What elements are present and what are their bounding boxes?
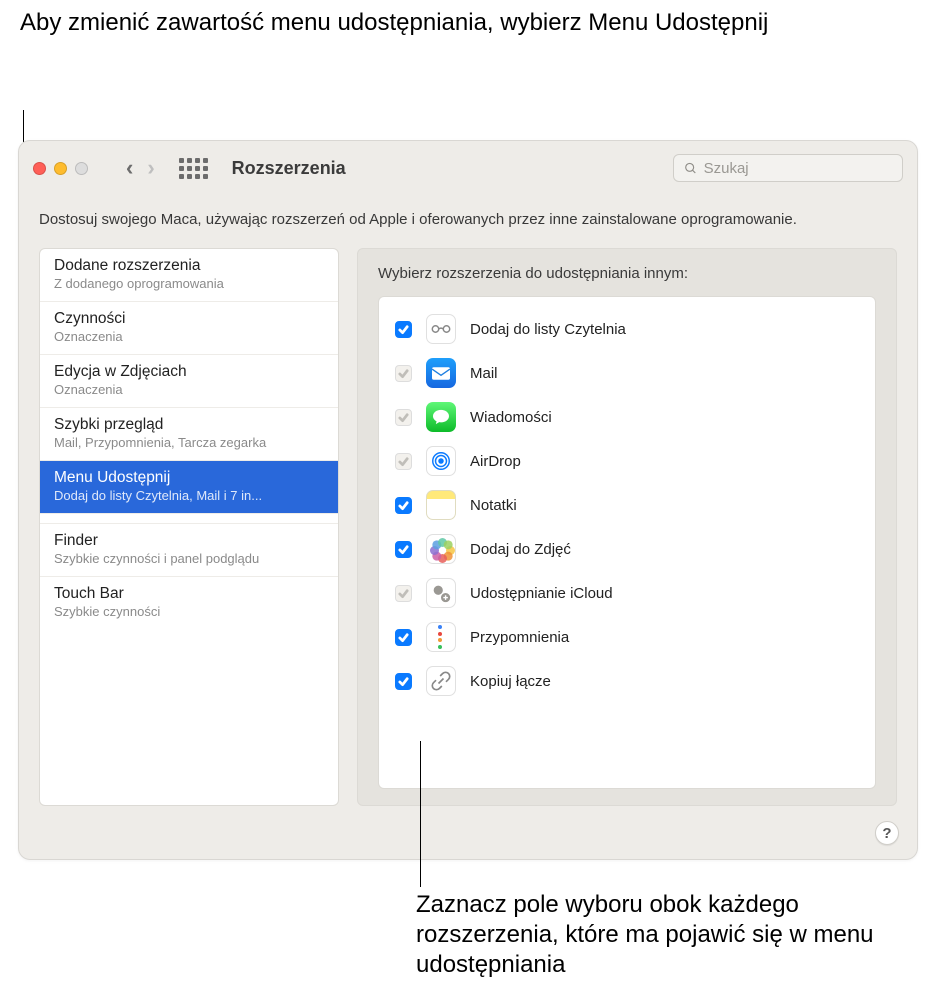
reading-list-icon <box>426 314 456 344</box>
notes-icon <box>426 490 456 520</box>
sidebar-item-menu-udostępnij[interactable]: Menu UdostępnijDodaj do listy Czytelnia,… <box>40 461 338 514</box>
description-text: Dostosuj swojego Maca, używając rozszerz… <box>19 195 917 230</box>
sidebar-item-title: Szybki przegląd <box>54 416 324 434</box>
sidebar-item-czynności[interactable]: CzynnościOznaczenia <box>40 302 338 355</box>
extension-row: AirDrop <box>391 439 863 483</box>
sidebar-item-subtitle: Mail, Przypomnienia, Tarcza zegarka <box>54 435 324 450</box>
extension-label: Przypomnienia <box>470 629 569 646</box>
forward-button: › <box>141 155 160 181</box>
extension-label: Udostępnianie iCloud <box>470 585 613 602</box>
extension-checkbox[interactable] <box>395 321 412 338</box>
extension-label: Wiadomości <box>470 409 552 426</box>
extension-label: AirDrop <box>470 453 521 470</box>
sidebar-item-edycja-w-zdjęciach[interactable]: Edycja w ZdjęciachOznaczenia <box>40 355 338 408</box>
extension-label: Dodaj do Zdjęć <box>470 541 571 558</box>
messages-icon <box>426 402 456 432</box>
callout-top: Aby zmienić zawartość menu udostępniania… <box>20 8 768 38</box>
sidebar-item-szybki-przegląd[interactable]: Szybki przeglądMail, Przypomnienia, Tarc… <box>40 408 338 461</box>
preferences-window: ‹ › Rozszerzenia Dostosuj swojego Maca, … <box>18 140 918 860</box>
sidebar-item-title: Czynności <box>54 310 324 328</box>
extension-label: Kopiuj łącze <box>470 673 551 690</box>
sidebar-item-title: Menu Udostępnij <box>54 469 324 487</box>
callout-bottom: Zaznacz pole wyboru obok każdego rozszer… <box>416 890 934 980</box>
show-all-prefs-button[interactable] <box>179 158 208 179</box>
extension-row: Udostępnianie iCloud <box>391 571 863 615</box>
sidebar-item-subtitle: Szybkie czynności <box>54 604 324 619</box>
window-title: Rozszerzenia <box>232 158 346 179</box>
extension-checkbox <box>395 365 412 382</box>
extension-checkbox[interactable] <box>395 673 412 690</box>
search-icon <box>684 161 698 176</box>
extension-checkbox[interactable] <box>395 541 412 558</box>
window-controls <box>33 162 88 175</box>
sidebar-item-subtitle: Oznaczenia <box>54 382 324 397</box>
help-button[interactable]: ? <box>875 821 899 845</box>
sidebar-item-dodane-rozszerzenia[interactable]: Dodane rozszerzeniaZ dodanego oprogramow… <box>40 249 338 302</box>
search-field[interactable] <box>673 154 903 182</box>
extension-row: Kopiuj łącze <box>391 659 863 703</box>
search-input[interactable] <box>704 160 892 177</box>
extension-row: Wiadomości <box>391 395 863 439</box>
main-panel: Wybierz rozszerzenia do udostępniania in… <box>357 248 897 806</box>
sidebar-item-title: Dodane rozszerzenia <box>54 257 324 275</box>
mail-icon <box>426 358 456 388</box>
callout-line <box>420 741 421 887</box>
extension-checkbox <box>395 409 412 426</box>
extension-label: Notatki <box>470 497 517 514</box>
extension-checkbox <box>395 585 412 602</box>
sidebar-item-title: Edycja w Zdjęciach <box>54 363 324 381</box>
copy-link-icon <box>426 666 456 696</box>
navigation-arrows: ‹ › <box>120 155 161 181</box>
titlebar: ‹ › Rozszerzenia <box>19 141 917 195</box>
extension-checkbox <box>395 453 412 470</box>
sidebar-separator <box>40 514 338 524</box>
sidebar-item-finder[interactable]: FinderSzybkie czynności i panel podglądu <box>40 524 338 577</box>
extension-label: Dodaj do listy Czytelnia <box>470 321 626 338</box>
extension-checkbox[interactable] <box>395 629 412 646</box>
sidebar-item-subtitle: Z dodanego oprogramowania <box>54 276 324 291</box>
sidebar-item-title: Touch Bar <box>54 585 324 603</box>
zoom-window-button <box>75 162 88 175</box>
sidebar-item-touch-bar[interactable]: Touch BarSzybkie czynności <box>40 577 338 629</box>
minimize-window-button[interactable] <box>54 162 67 175</box>
close-window-button[interactable] <box>33 162 46 175</box>
extension-label: Mail <box>470 365 498 382</box>
extension-list: Dodaj do listy Czytelnia Mail Wiadomości Ai… <box>378 296 876 789</box>
sidebar-item-subtitle: Oznaczenia <box>54 329 324 344</box>
extension-row: Mail <box>391 351 863 395</box>
extension-row: Notatki <box>391 483 863 527</box>
extension-row: Dodaj do listy Czytelnia <box>391 307 863 351</box>
extension-checkbox[interactable] <box>395 497 412 514</box>
content-area: Dodane rozszerzeniaZ dodanego oprogramow… <box>19 230 917 826</box>
main-heading: Wybierz rozszerzenia do udostępniania in… <box>378 265 876 282</box>
extension-row: Przypomnienia <box>391 615 863 659</box>
back-button[interactable]: ‹ <box>120 155 139 181</box>
airdrop-icon <box>426 446 456 476</box>
sidebar-item-title: Finder <box>54 532 324 550</box>
sidebar-item-subtitle: Dodaj do listy Czytelnia, Mail i 7 in... <box>54 488 324 503</box>
reminders-icon <box>426 622 456 652</box>
extension-row: Dodaj do Zdjęć <box>391 527 863 571</box>
sidebar-item-subtitle: Szybkie czynności i panel podglądu <box>54 551 324 566</box>
icloud-sharing-icon <box>426 578 456 608</box>
photos-icon <box>426 534 456 564</box>
category-sidebar: Dodane rozszerzeniaZ dodanego oprogramow… <box>39 248 339 806</box>
